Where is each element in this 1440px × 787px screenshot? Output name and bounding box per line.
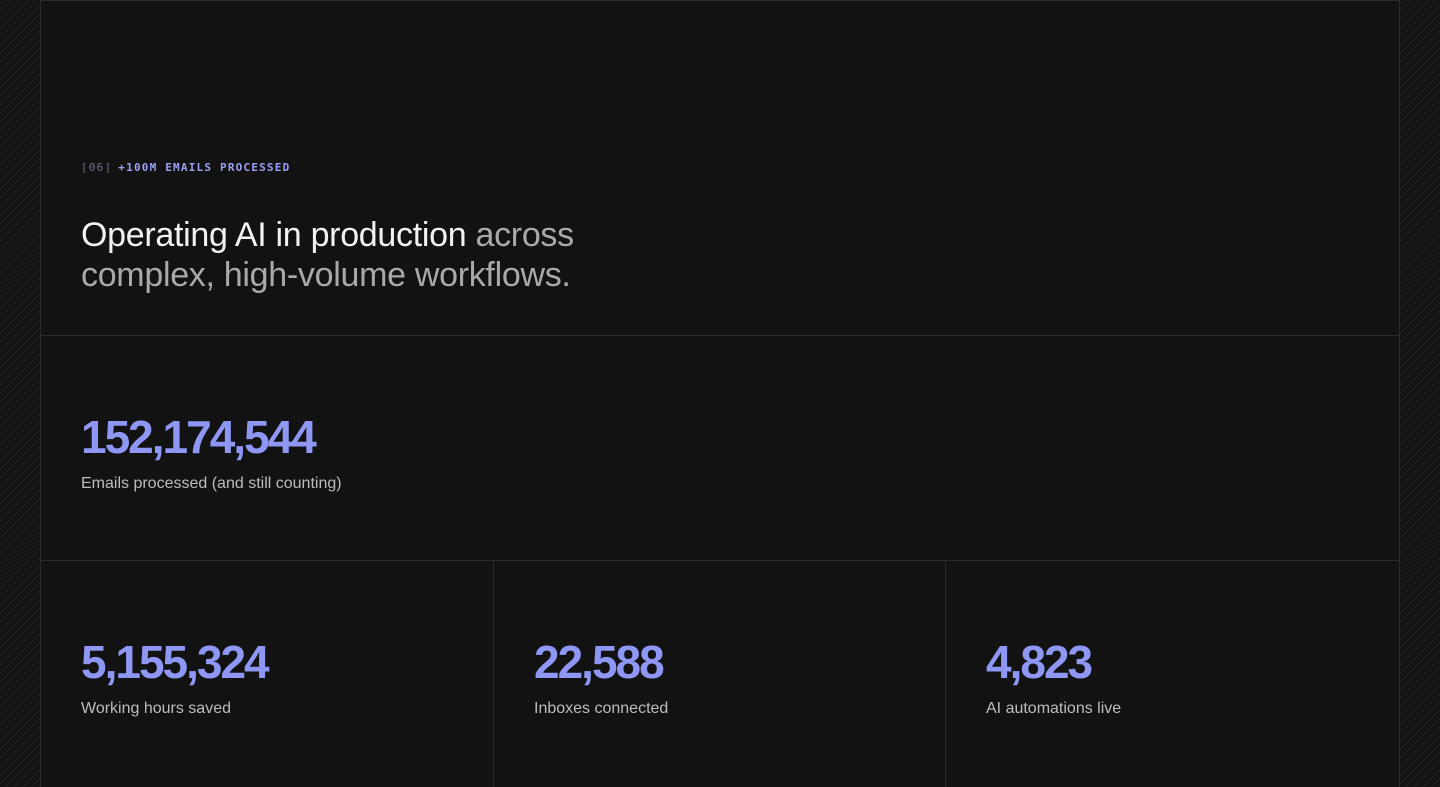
section-eyebrow-label: +100M EMAILS PROCESSED — [118, 161, 291, 174]
section-index: [06] — [81, 161, 113, 174]
stat-value: 5,155,324 — [81, 636, 270, 688]
stats-section: [06] +100M EMAILS PROCESSED Operating AI … — [40, 0, 1400, 787]
secondary-stats: 5,155,324 Working hours saved 22,588 Inb… — [41, 561, 1399, 787]
stat-label: Working hours saved — [81, 700, 231, 717]
headline-strong: Operating AI in production — [81, 216, 467, 254]
section-header: [06] +100M EMAILS PROCESSED Operating AI … — [41, 1, 1399, 336]
section-headline: Operating AI in production across comple… — [81, 215, 681, 295]
primary-stat: 152,174,544 Emails processed (and still … — [41, 336, 1399, 561]
primary-stat-label: Emails processed (and still counting) — [81, 475, 342, 492]
stat-card-automations: 4,823 AI automations live — [946, 561, 1399, 787]
right-gutter-pattern — [1400, 0, 1440, 787]
stat-value: 22,588 — [534, 636, 665, 688]
stat-label: Inboxes connected — [534, 700, 669, 717]
section-eyebrow: [06] +100M EMAILS PROCESSED — [81, 161, 290, 174]
left-gutter-pattern — [0, 0, 40, 787]
stat-label: AI automations live — [986, 700, 1122, 717]
stat-card-inboxes: 22,588 Inboxes connected — [494, 561, 946, 787]
stat-value: 4,823 — [986, 636, 1093, 688]
primary-stat-value: 152,174,544 — [81, 411, 317, 463]
stat-card-hours-saved: 5,155,324 Working hours saved — [41, 561, 494, 787]
